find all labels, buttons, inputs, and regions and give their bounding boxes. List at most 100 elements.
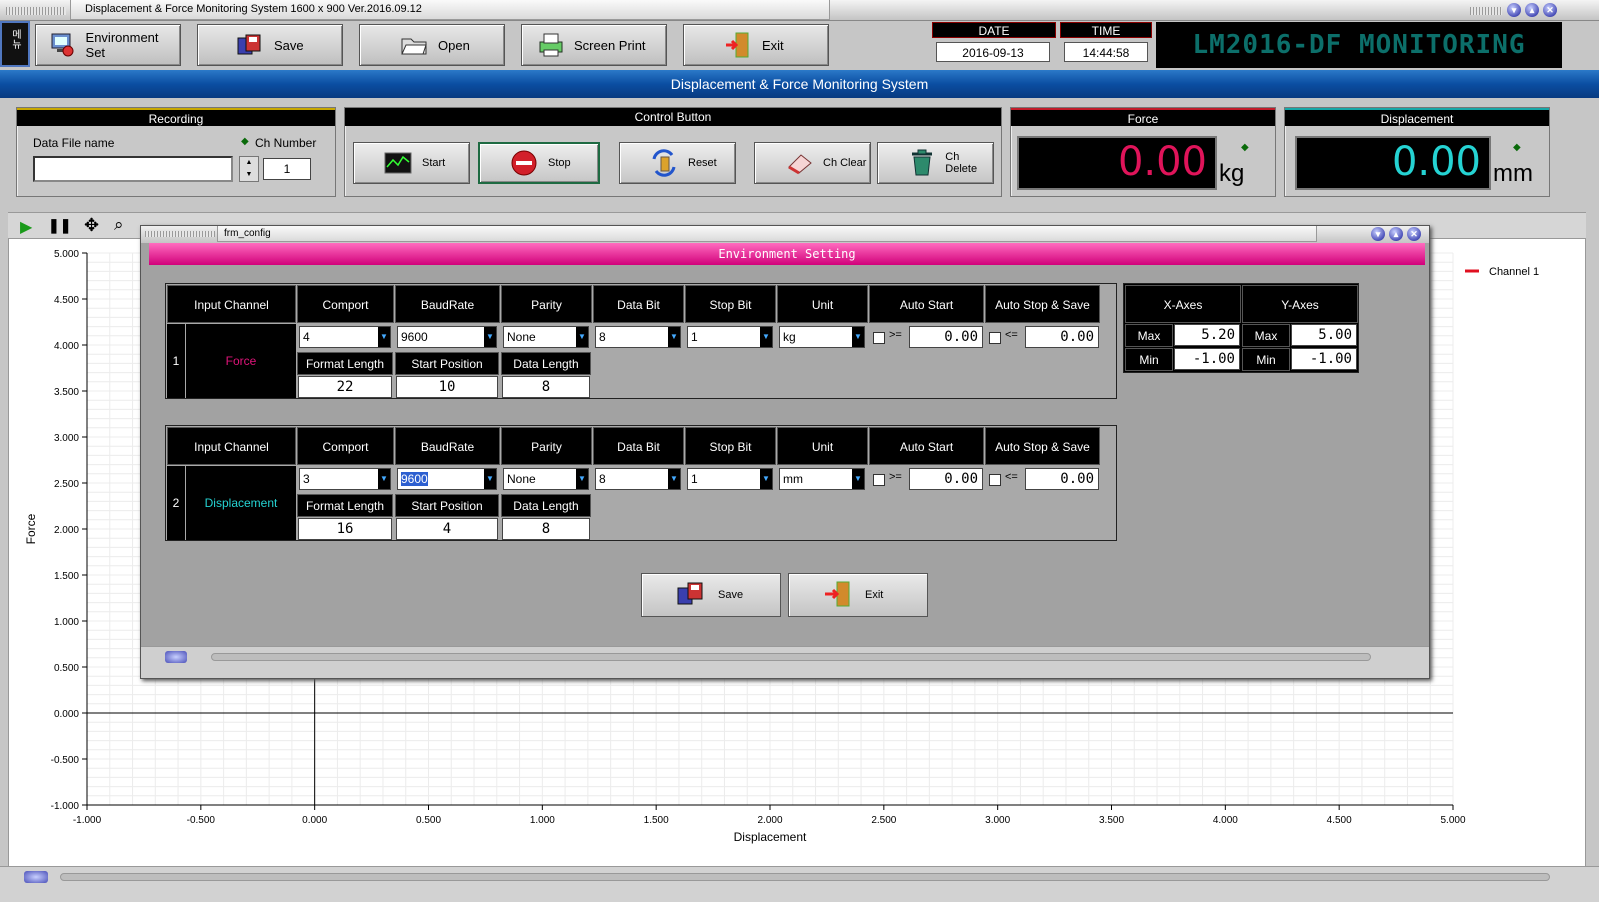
y-max-label: Max: [1242, 324, 1290, 347]
baudrate-select[interactable]: 9600 ▼: [397, 468, 497, 490]
screen-print-button[interactable]: Screen Print: [521, 24, 667, 66]
stopbit-select[interactable]: 1 ▼: [687, 468, 773, 490]
scroll-track[interactable]: [60, 873, 1550, 881]
dialog-exit-button[interactable]: Exit: [788, 573, 928, 617]
unit-select[interactable]: mm ▼: [779, 468, 865, 490]
auto-start-value[interactable]: 0.00: [909, 468, 983, 490]
auto-stop-value[interactable]: 0.00: [1025, 326, 1099, 348]
dialog-restore-icon[interactable]: ▴: [1389, 227, 1403, 241]
dropdown-arrow-icon[interactable]: ▼: [852, 469, 864, 489]
open-label: Open: [438, 37, 470, 53]
dialog-menu-icon[interactable]: [165, 651, 187, 663]
dialog-save-button[interactable]: Save: [641, 573, 781, 617]
exit-label: Exit: [762, 37, 784, 53]
recording-panel: Recording Data File name ◆ Ch Number ▲ ▼ …: [16, 107, 336, 197]
trash-bin-icon: [908, 149, 935, 177]
parity-select[interactable]: None ▼: [503, 468, 589, 490]
date-label: DATE: [932, 22, 1056, 38]
dropdown-arrow-icon[interactable]: ▼: [760, 327, 772, 347]
dropdown-arrow-icon[interactable]: ▼: [668, 327, 680, 347]
stop-button[interactable]: Stop: [478, 142, 600, 184]
comport-select[interactable]: 3 ▼: [299, 468, 391, 490]
exit-button[interactable]: Exit: [683, 24, 829, 66]
y-tick-label: 1.500: [54, 571, 79, 582]
col-header-autostop: Auto Stop & Save: [985, 427, 1100, 465]
window-menu-icon[interactable]: [24, 871, 48, 883]
play-icon[interactable]: ▶: [20, 217, 32, 237]
dropdown-arrow-icon[interactable]: ▼: [484, 327, 496, 347]
x-min-input[interactable]: -1.00: [1174, 348, 1240, 370]
unit-select-value: kg: [783, 330, 796, 344]
force-unit: kg: [1219, 160, 1245, 187]
environment-set-button[interactable]: Environment Set: [35, 24, 181, 66]
dropdown-arrow-icon[interactable]: ▼: [378, 327, 390, 347]
start-position-input[interactable]: 10: [396, 376, 498, 398]
col-header-stopbit: Stop Bit: [685, 427, 776, 465]
y-axis-label: Force: [24, 513, 38, 544]
save-label: Save: [274, 37, 304, 53]
y-max-input[interactable]: 5.00: [1291, 324, 1357, 346]
auto-stop-value[interactable]: 0.00: [1025, 468, 1099, 490]
dropdown-arrow-icon[interactable]: ▼: [378, 469, 390, 489]
stopbit-select[interactable]: 1 ▼: [687, 326, 773, 348]
dropdown-arrow-icon[interactable]: ▼: [668, 469, 680, 489]
comport-select[interactable]: 4 ▼: [299, 326, 391, 348]
dropdown-arrow-icon[interactable]: ▼: [484, 469, 496, 489]
close-icon[interactable]: ✕: [1543, 3, 1557, 17]
channel-1-grid: Input Channel Comport BaudRate Parity Data B…: [165, 283, 1117, 399]
databit-select-value: 8: [599, 330, 606, 344]
auto-stop-checkbox[interactable]: [989, 332, 1001, 344]
ch-delete-button[interactable]: Ch Delete: [877, 142, 994, 184]
minimize-icon[interactable]: ▾: [1507, 3, 1521, 17]
data-length-header: Data Length: [501, 494, 591, 517]
x-max-input[interactable]: 5.20: [1174, 324, 1240, 346]
bottom-scrollbar[interactable]: [0, 866, 1599, 902]
pan-icon[interactable]: ✥: [84, 215, 99, 236]
axes-settings: X-Axes Y-Axes Max 5.20 Max 5.00 Min -1.0…: [1123, 283, 1359, 373]
dropdown-arrow-icon[interactable]: ▼: [852, 327, 864, 347]
auto-start-value[interactable]: 0.00: [909, 326, 983, 348]
auto-stop-operator: <=: [1005, 329, 1018, 341]
restore-icon[interactable]: ▴: [1525, 3, 1539, 17]
format-length-input[interactable]: 16: [298, 518, 392, 540]
auto-start-checkbox[interactable]: [873, 332, 885, 344]
baudrate-select[interactable]: 9600 ▼: [397, 326, 497, 348]
recording-title: Recording: [17, 108, 335, 126]
format-length-input[interactable]: 22: [298, 376, 392, 398]
open-button[interactable]: Open: [359, 24, 505, 66]
dialog-scroll-track[interactable]: [211, 653, 1371, 661]
start-position-input[interactable]: 4: [396, 518, 498, 540]
ch-number-spinner[interactable]: ▲ ▼: [239, 156, 259, 182]
databit-select[interactable]: 8 ▼: [595, 326, 681, 348]
baudrate-select-value: 9600: [401, 472, 428, 486]
data-length-input[interactable]: 8: [502, 518, 590, 540]
unit-select[interactable]: kg ▼: [779, 326, 865, 348]
pause-icon[interactable]: ❚❚: [48, 217, 71, 234]
auto-stop-operator: <=: [1005, 471, 1018, 483]
ch-number-input[interactable]: 1: [263, 158, 311, 180]
parity-select[interactable]: None ▼: [503, 326, 589, 348]
y-tick-label: -1.000: [51, 801, 80, 812]
auto-stop-checkbox[interactable]: [989, 474, 1001, 486]
menu-tab[interactable]: 메뉴: [0, 21, 30, 67]
save-button[interactable]: Save: [197, 24, 343, 66]
zoom-icon[interactable]: ⌕: [114, 215, 124, 235]
dropdown-arrow-icon[interactable]: ▼: [576, 327, 588, 347]
reset-button[interactable]: Reset: [619, 142, 736, 184]
y-min-input[interactable]: -1.00: [1291, 348, 1357, 370]
file-name-input[interactable]: [33, 156, 233, 182]
dropdown-arrow-icon[interactable]: ▼: [576, 469, 588, 489]
comport-select-value: 3: [303, 472, 310, 486]
dialog-close-icon[interactable]: ✕: [1407, 227, 1421, 241]
data-length-input[interactable]: 8: [502, 376, 590, 398]
dialog-header: Environment Setting: [149, 243, 1425, 265]
auto-start-checkbox[interactable]: [873, 474, 885, 486]
dropdown-arrow-icon[interactable]: ▼: [760, 469, 772, 489]
ch-clear-button[interactable]: Ch Clear: [754, 142, 871, 184]
dialog-minimize-icon[interactable]: ▾: [1371, 227, 1385, 241]
date-value: 2016-09-13: [936, 42, 1050, 62]
databit-select[interactable]: 8 ▼: [595, 468, 681, 490]
col-header-autostart: Auto Start: [869, 427, 984, 465]
control-title: Control Button: [345, 108, 1001, 126]
start-button[interactable]: Start: [353, 142, 470, 184]
